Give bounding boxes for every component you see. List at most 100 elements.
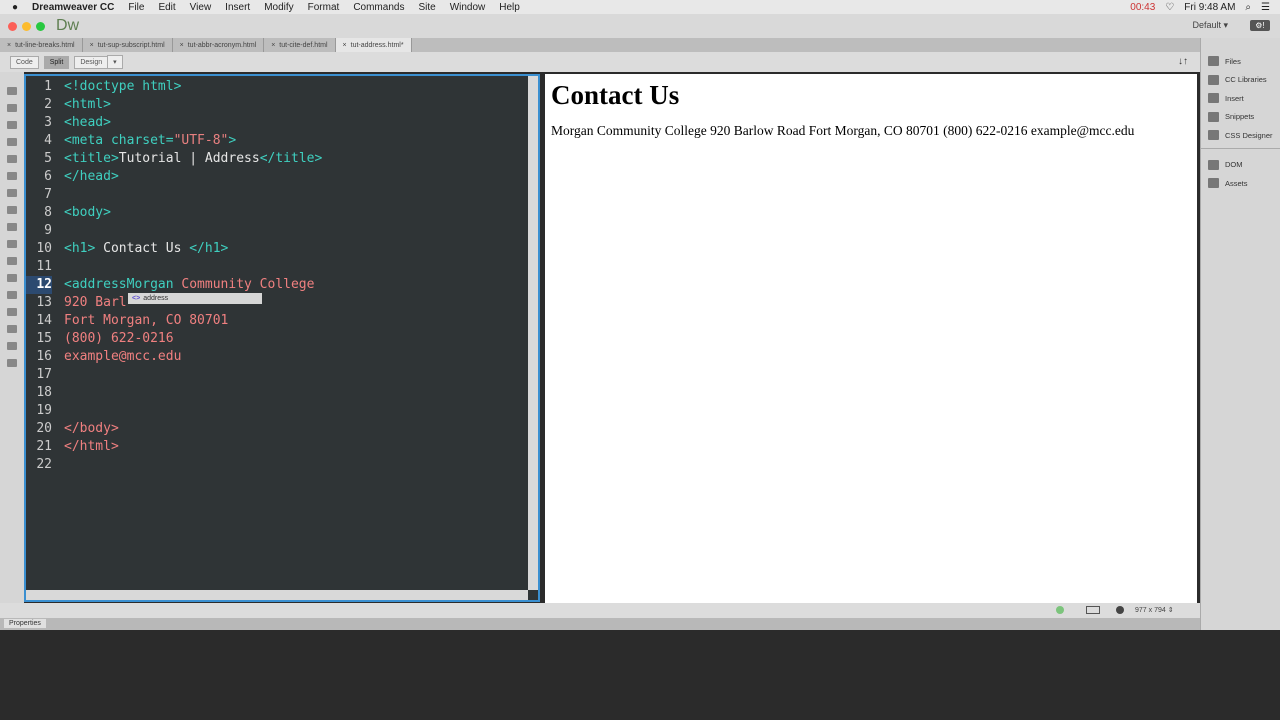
minimize-button[interactable]	[22, 21, 31, 31]
code-line[interactable]	[64, 366, 322, 384]
code-hint-popup[interactable]: <> address	[128, 293, 262, 304]
menu-file[interactable]: File	[128, 2, 144, 13]
code-line[interactable]: <title>Tutorial | Address</title>	[64, 150, 322, 168]
properties-tab[interactable]: Properties	[4, 619, 46, 628]
code-line[interactable]: </head>	[64, 168, 322, 186]
format-source-icon[interactable]	[7, 359, 17, 367]
line-numbers-icon[interactable]	[7, 206, 17, 214]
code-line[interactable]	[64, 456, 322, 474]
code-line[interactable]: Fort Morgan, CO 80701	[64, 312, 322, 330]
code-line[interactable]: example@mcc.edu	[64, 348, 322, 366]
list-icon[interactable]: ☰	[1261, 2, 1270, 13]
tab-label: tut-cite-def.html	[279, 41, 328, 49]
close-icon[interactable]: ×	[180, 42, 184, 49]
close-button[interactable]	[8, 21, 17, 31]
code-line[interactable]: </html>	[64, 438, 322, 456]
design-view-button[interactable]: Design	[74, 55, 109, 69]
menu-window[interactable]: Window	[450, 2, 486, 13]
menu-commands[interactable]: Commands	[353, 2, 404, 13]
panel-insert[interactable]: Insert	[1201, 89, 1280, 108]
highlight-invalid-icon[interactable]	[7, 223, 17, 231]
code-line[interactable]	[64, 258, 322, 276]
code-line[interactable]	[64, 186, 322, 204]
code-line[interactable]: <html>	[64, 96, 322, 114]
code-editor[interactable]: 1 2 3 4 5 6 7 8 9 10 11 12 13 14 15 16 17 18 19 20 21 22 <!do…	[24, 74, 540, 602]
close-icon[interactable]: ×	[343, 42, 347, 49]
balance-braces-icon[interactable]	[7, 189, 17, 197]
indent-icon[interactable]	[7, 325, 17, 333]
workspace-switcher[interactable]: Default ▾	[1192, 20, 1228, 31]
no-errors-icon[interactable]	[1056, 606, 1064, 614]
panel-files[interactable]: Files	[1201, 52, 1280, 71]
design-view[interactable]: Contact Us Morgan Community College 920 …	[545, 74, 1197, 603]
sort-icon[interactable]: ↓↑	[1178, 56, 1188, 67]
window-size[interactable]: 977 x 794 ⇕	[1135, 606, 1174, 614]
menu-format[interactable]: Format	[308, 2, 340, 13]
panel-snippets[interactable]: Snippets	[1201, 108, 1280, 127]
menu-site[interactable]: Site	[418, 2, 435, 13]
code-line[interactable]: <h1> Contact Us </h1>	[64, 240, 322, 258]
tab-line-breaks[interactable]: × tut-line-breaks.html	[0, 38, 83, 52]
code-line[interactable]: <!doctype html>	[64, 78, 322, 96]
code-token: <addressMorgan	[64, 277, 174, 292]
menu-insert[interactable]: Insert	[225, 2, 250, 13]
zoom-button[interactable]	[36, 21, 45, 31]
sync-settings-button[interactable]: ⚙!	[1250, 20, 1270, 31]
code-lines[interactable]: <!doctype html> <html> <head> <meta charset…	[64, 78, 322, 474]
outdent-icon[interactable]	[7, 342, 17, 350]
recent-snippets-icon[interactable]	[7, 291, 17, 299]
clock[interactable]: Fri 9:48 AM	[1184, 2, 1235, 13]
design-dropdown-icon[interactable]: ▾	[107, 55, 123, 69]
code-line[interactable]	[64, 384, 322, 402]
menu-modify[interactable]: Modify	[264, 2, 293, 13]
menu-help[interactable]: Help	[499, 2, 520, 13]
menu-edit[interactable]: Edit	[158, 2, 175, 13]
menu-view[interactable]: View	[190, 2, 212, 13]
panel-dom[interactable]: DOM	[1201, 156, 1280, 175]
line-number: 17	[36, 367, 52, 382]
menu-app[interactable]: Dreamweaver CC	[32, 2, 114, 13]
code-vertical-scrollbar[interactable]	[528, 76, 538, 590]
code-line[interactable]: <head>	[64, 114, 322, 132]
insert-icon	[1208, 93, 1219, 104]
panel-assets[interactable]: Assets	[1201, 174, 1280, 193]
code-line[interactable]: <body>	[64, 204, 322, 222]
remove-comment-icon[interactable]	[7, 257, 17, 265]
wifi-icon[interactable]: ♡	[1165, 2, 1174, 13]
snippets-icon	[1208, 111, 1219, 122]
tab-cite-def[interactable]: × tut-cite-def.html	[264, 38, 336, 52]
code-horizontal-scrollbar[interactable]	[26, 590, 528, 600]
code-line[interactable]	[64, 402, 322, 420]
panel-cc-libraries[interactable]: CC Libraries	[1201, 71, 1280, 90]
move-css-icon[interactable]	[7, 308, 17, 316]
collapse-tag-icon[interactable]	[7, 121, 17, 129]
tab-address[interactable]: × tut-address.html*	[335, 38, 412, 52]
open-documents-icon[interactable]	[7, 87, 17, 95]
preview-in-browser-icon[interactable]	[1116, 606, 1124, 614]
device-preview-icon[interactable]	[1086, 606, 1100, 614]
line-number: 4	[44, 133, 52, 148]
select-parent-tag-icon[interactable]	[7, 172, 17, 180]
code-line[interactable]: (800) 622-0216	[64, 330, 322, 348]
file-management-icon[interactable]	[7, 104, 17, 112]
panel-css-designer[interactable]: CSS Designer	[1201, 126, 1280, 145]
close-icon[interactable]: ×	[90, 42, 94, 49]
code-line[interactable]	[64, 222, 322, 240]
code-line[interactable]: </body>	[64, 420, 322, 438]
split-view-button[interactable]: Split	[43, 55, 70, 69]
expand-all-icon[interactable]	[7, 155, 17, 163]
tab-sup-subscript[interactable]: × tut-sup-subscript.html	[83, 38, 173, 52]
code-view-button[interactable]: Code	[10, 55, 39, 69]
close-icon[interactable]: ×	[7, 42, 11, 49]
apply-comment-icon[interactable]	[7, 240, 17, 248]
apple-icon[interactable]: ●	[12, 2, 18, 13]
css-designer-icon	[1208, 130, 1219, 141]
code-hint-item[interactable]: address	[143, 295, 168, 302]
wrap-tag-icon[interactable]	[7, 274, 17, 282]
code-line[interactable]: <addressMorgan Community College	[64, 276, 322, 294]
code-line[interactable]: <meta charset="UTF-8">	[64, 132, 322, 150]
tab-abbr-acronym[interactable]: × tut-abbr-acronym.html	[173, 38, 265, 52]
close-icon[interactable]: ×	[271, 42, 275, 49]
search-icon[interactable]: ⌕	[1245, 2, 1251, 13]
collapse-selection-icon[interactable]	[7, 138, 17, 146]
